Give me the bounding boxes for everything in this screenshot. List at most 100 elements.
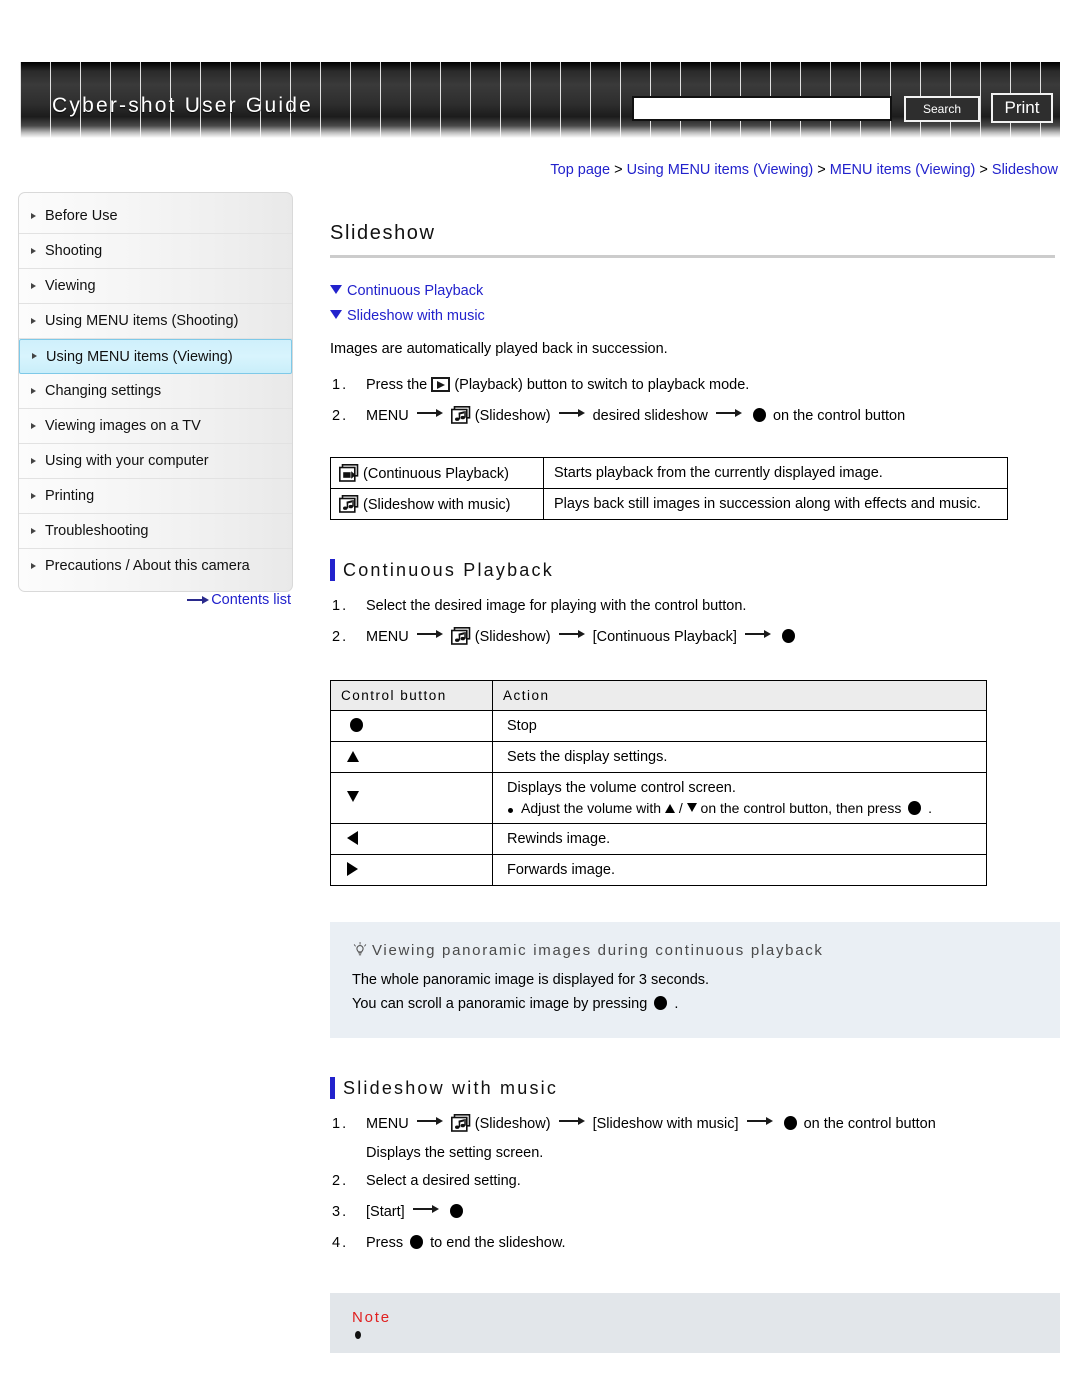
- tip-line: You can scroll a panoramic image by pres…: [352, 992, 1038, 1016]
- sidebar-item-label: Printing: [45, 488, 95, 504]
- step-number: 2.: [332, 408, 349, 424]
- arrow-right-icon: [412, 1204, 439, 1214]
- print-button[interactable]: Print: [991, 93, 1053, 123]
- playback-icon: [431, 377, 451, 392]
- step-item: 4. Press to end the slideshow.: [330, 1228, 1060, 1259]
- step-text: (Slideshow): [474, 408, 551, 424]
- step-text: to end the slideshow.: [430, 1235, 566, 1251]
- search-button[interactable]: Search: [904, 96, 980, 122]
- sub-note-separator: /: [678, 800, 683, 816]
- contents-list-link[interactable]: Contents list: [211, 592, 291, 608]
- anchor-link-row: Slideshow with music: [330, 304, 1060, 329]
- step-item: 2. MENU (Slideshow) [Continuous Playback…: [330, 622, 1060, 653]
- sidebar-item-label: Troubleshooting: [45, 523, 149, 539]
- breadcrumb-item-1[interactable]: Using MENU items (Viewing): [627, 162, 814, 178]
- intro-paragraph: Images are automatically played back in …: [330, 341, 668, 357]
- step-number: 3.: [332, 1204, 349, 1220]
- sidebar-item-changing-settings[interactable]: Changing settings: [19, 374, 292, 409]
- step-item: 3. [Start]: [330, 1197, 1060, 1228]
- step-text: [Continuous Playback]: [592, 629, 737, 645]
- anchor-link-slideshow-with-music[interactable]: Slideshow with music: [347, 308, 485, 324]
- step-number: 2.: [332, 1173, 349, 1189]
- note-box: Note: [330, 1293, 1060, 1353]
- breadcrumb-item-3[interactable]: Slideshow: [992, 162, 1058, 178]
- mode-label: (Slideshow with music): [363, 497, 511, 513]
- chevron-right-icon: [31, 247, 36, 254]
- sidebar-item-label: Viewing images on a TV: [45, 418, 201, 434]
- sidebar-item-precautions[interactable]: Precautions / About this camera: [19, 549, 292, 584]
- control-button-center-icon: [654, 996, 668, 1010]
- sidebar-item-before-use[interactable]: Before Use: [19, 199, 292, 234]
- breadcrumb: Top page > Using MENU items (Viewing) > …: [550, 162, 1058, 178]
- slideshow-with-music-icon: [339, 495, 359, 513]
- note-bullet-icon: [355, 1331, 361, 1339]
- action-sub-note: Adjust the volume with / on the control …: [507, 800, 976, 816]
- mode-cell: (Slideshow with music): [330, 488, 544, 520]
- control-button-cell: [330, 772, 493, 824]
- tip-text: .: [674, 996, 679, 1012]
- arrow-right-icon: [715, 408, 742, 418]
- anchor-link-continuous-playback[interactable]: Continuous Playback: [347, 283, 483, 299]
- action-text: Displays the volume control screen.: [507, 780, 736, 796]
- continuous-playback-icon: [339, 464, 359, 482]
- step-text: [Start]: [366, 1204, 405, 1220]
- sidebar-item-using-menu-items-shooting[interactable]: Using MENU items (Shooting): [19, 304, 292, 339]
- slideshow-modes-table: (Continuous Playback) Starts playback fr…: [330, 457, 1008, 520]
- sidebar-item-troubleshooting[interactable]: Troubleshooting: [19, 514, 292, 549]
- chevron-right-icon: [32, 353, 37, 359]
- breadcrumb-separator: >: [614, 162, 623, 178]
- step-number: 2.: [332, 629, 349, 645]
- chevron-right-icon: [31, 422, 36, 429]
- arrow-right-icon: [416, 1116, 443, 1126]
- sidebar-item-using-with-your-computer[interactable]: Using with your computer: [19, 444, 292, 479]
- control-button-up-icon: [664, 804, 675, 813]
- sidebar-item-label: Before Use: [45, 208, 118, 224]
- slideshow-icon: [450, 626, 471, 645]
- control-button-center-icon: [781, 629, 795, 643]
- step-text: (Playback) button to switch to playback …: [454, 377, 750, 393]
- breadcrumb-item-2[interactable]: MENU items (Viewing): [830, 162, 976, 178]
- mode-description: Starts playback from the currently displ…: [543, 457, 1008, 489]
- sidebar-item-viewing[interactable]: Viewing: [19, 269, 292, 304]
- sidebar-item-shooting[interactable]: Shooting: [19, 234, 292, 269]
- table-row: Forwards image.: [330, 854, 987, 886]
- tip-title: Viewing panoramic images during continuo…: [372, 942, 824, 959]
- step-number: 4.: [332, 1235, 349, 1251]
- contents-list-link-wrapper: Contents list: [18, 592, 293, 608]
- search-input[interactable]: [632, 96, 892, 121]
- action-cell: Displays the volume control screen. Adju…: [492, 772, 987, 824]
- control-button-cell: [330, 854, 493, 886]
- control-button-left-icon: [347, 831, 358, 845]
- arrow-right-icon: [558, 408, 585, 418]
- mode-label: (Continuous Playback): [363, 466, 509, 482]
- control-button-up-icon: [347, 751, 359, 762]
- step-text: Press the: [366, 377, 428, 393]
- step-item: 1. Select the desired image for playing …: [330, 591, 1060, 622]
- step-text: on the control button: [772, 408, 906, 424]
- sidebar-item-viewing-images-on-a-tv[interactable]: Viewing images on a TV: [19, 409, 292, 444]
- triangle-down-icon: [330, 285, 342, 294]
- control-button-center-icon: [908, 801, 922, 815]
- page-title: Slideshow: [330, 222, 436, 244]
- sidebar-item-label: Viewing: [45, 278, 96, 294]
- step-substep: Displays the setting screen.: [330, 1140, 1060, 1166]
- control-button-right-icon: [347, 862, 358, 876]
- control-button-cell: [330, 710, 493, 742]
- chevron-right-icon: [31, 212, 36, 219]
- triangle-down-icon: [330, 310, 342, 319]
- table-row: (Continuous Playback) Starts playback fr…: [330, 457, 1008, 489]
- control-button-center-icon: [350, 718, 363, 732]
- lightbulb-icon: [352, 942, 368, 959]
- step-text: desired slideshow: [592, 408, 708, 424]
- sidebar-item-using-menu-items-viewing[interactable]: Using MENU items (Viewing): [19, 339, 292, 374]
- slideshow-icon: [450, 405, 471, 424]
- action-cell: Rewinds image.: [492, 823, 987, 855]
- breadcrumb-item-0[interactable]: Top page: [550, 162, 610, 178]
- sidebar-item-printing[interactable]: Printing: [19, 479, 292, 514]
- step-text: on the control button: [803, 1116, 936, 1132]
- arrow-right-icon: [558, 629, 585, 639]
- column-header-action: Action: [492, 680, 987, 711]
- control-button-cell: [330, 823, 493, 855]
- control-button-down-icon: [686, 803, 697, 812]
- chevron-right-icon: [31, 563, 36, 569]
